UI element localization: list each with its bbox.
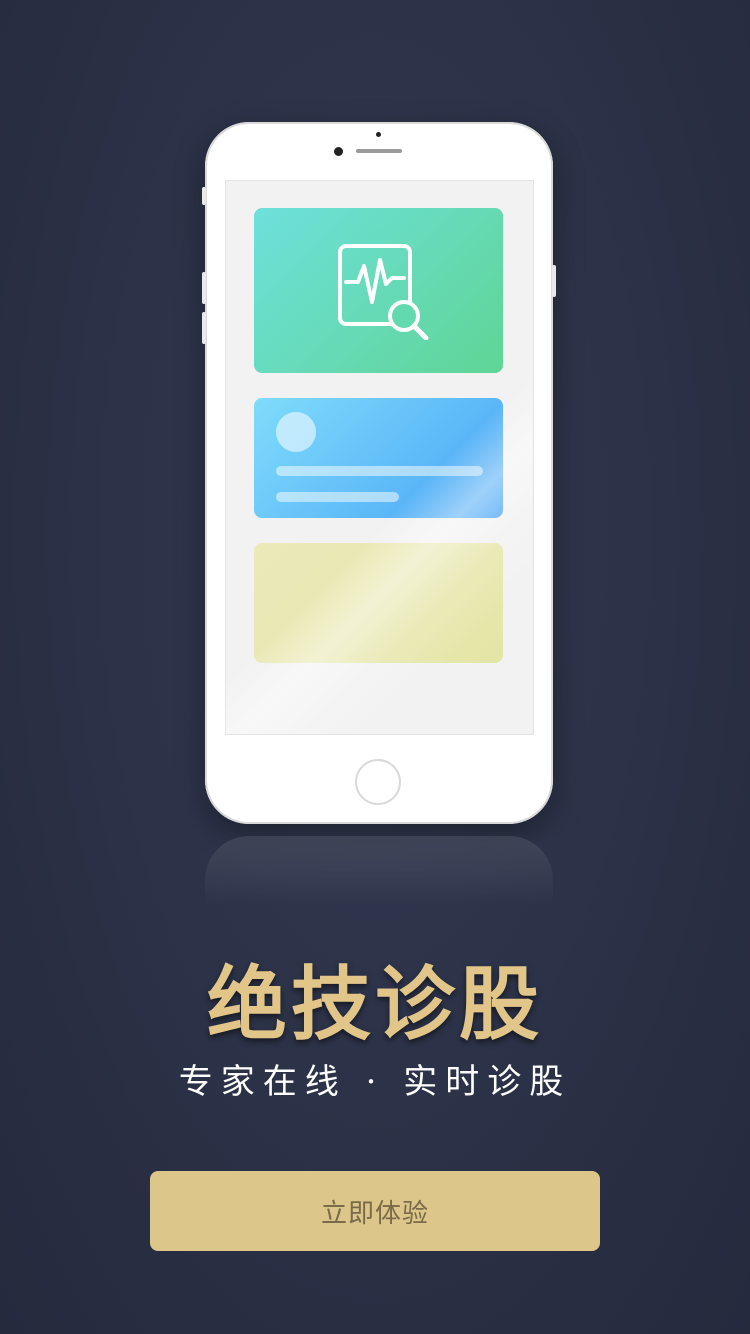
phone-power-button bbox=[552, 265, 556, 297]
phone-home-button bbox=[355, 759, 401, 805]
phone-volume-down bbox=[202, 312, 206, 344]
phone-speaker bbox=[356, 149, 402, 153]
placeholder-card bbox=[254, 543, 503, 663]
diagnosis-card bbox=[254, 208, 503, 373]
phone-volume-up bbox=[202, 272, 206, 304]
try-now-button[interactable]: 立即体验 bbox=[150, 1171, 600, 1251]
text-placeholder-line bbox=[276, 492, 399, 502]
hero-subtitle: 专家在线 · 实时诊股 bbox=[178, 1062, 572, 1102]
phone-reflection bbox=[205, 836, 553, 906]
phone-sensor bbox=[376, 132, 381, 137]
phone-front-camera bbox=[334, 147, 343, 156]
phone-illustration bbox=[202, 122, 556, 824]
phone-mute-switch bbox=[202, 187, 206, 205]
profile-card bbox=[254, 398, 503, 518]
avatar-placeholder bbox=[276, 412, 316, 452]
phone-screen bbox=[225, 180, 534, 735]
hero-title: 绝技诊股 bbox=[207, 957, 543, 1051]
chart-magnifier-icon bbox=[338, 244, 429, 340]
text-placeholder-line bbox=[276, 466, 483, 476]
